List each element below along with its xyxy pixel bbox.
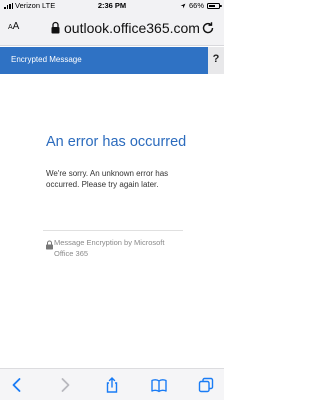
address-bar[interactable]: AA outlook.office365.com <box>0 12 224 46</box>
encryption-footer-text: Message Encryption by Microsoft Office 3… <box>54 238 165 258</box>
bookmarks-icon[interactable] <box>151 377 167 393</box>
help-button[interactable]: ? <box>208 47 224 74</box>
battery-icon <box>207 2 222 9</box>
footer-lock-icon <box>46 240 53 250</box>
share-icon[interactable] <box>104 377 120 393</box>
header-title: Encrypted Message <box>11 55 82 64</box>
divider <box>43 230 183 231</box>
encrypted-message-header: Encrypted Message <box>0 47 208 74</box>
help-label: ? <box>212 53 220 65</box>
status-bar: Verizon LTE 2:36 PM 66% <box>0 0 224 12</box>
lock-icon <box>51 21 60 34</box>
back-icon[interactable] <box>9 377 25 393</box>
error-title: An error has occurred <box>46 134 187 150</box>
tabs-icon[interactable] <box>198 377 214 393</box>
location-icon <box>180 3 186 8</box>
error-message: We're sorry. An unknown error has occurr… <box>46 169 169 189</box>
status-right: 66% <box>180 1 222 10</box>
url-text[interactable]: outlook.office365.com <box>64 20 200 36</box>
text-size-button[interactable]: AA <box>8 21 19 32</box>
reload-icon[interactable] <box>201 21 215 35</box>
forward-icon[interactable] <box>57 377 73 393</box>
browser-toolbar <box>0 368 224 400</box>
battery-percent: 66% <box>188 1 204 10</box>
